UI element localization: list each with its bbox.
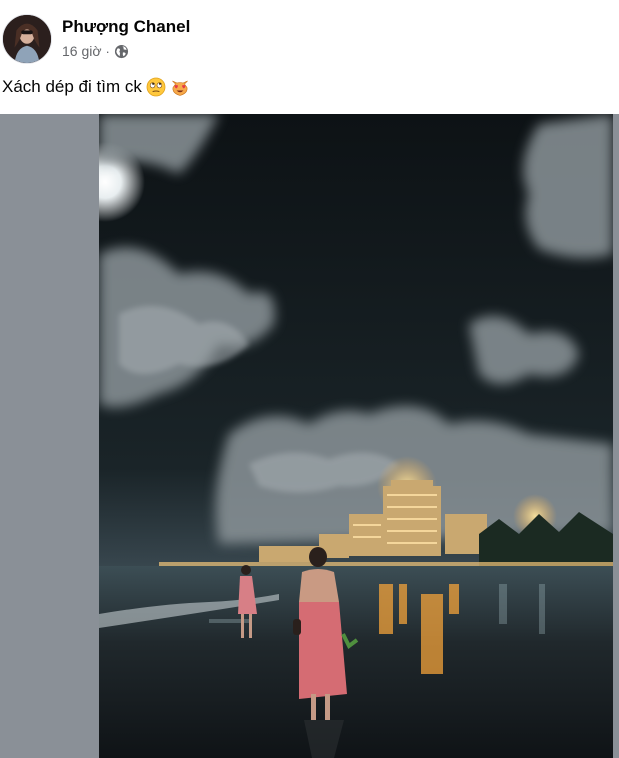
post-media [0, 114, 619, 758]
avatar-image [3, 15, 51, 63]
meta-separator: · [105, 43, 110, 59]
heart-eyes-cat-emoji [172, 80, 188, 96]
post-meta: 16 giờ · [62, 43, 129, 59]
eye-roll-emoji [146, 77, 166, 97]
author-avatar[interactable] [2, 14, 52, 64]
post-header: Phượng Chanel 16 giờ · [0, 0, 619, 68]
night-beach-photo [99, 114, 613, 758]
author-name[interactable]: Phượng Chanel [62, 17, 190, 37]
post-caption: Xách dép đi tìm ck [2, 77, 190, 97]
post-text: Xách dép đi tìm ck [2, 77, 142, 96]
post-photo[interactable] [99, 114, 613, 758]
post-time[interactable]: 16 giờ [62, 43, 102, 59]
globe-icon[interactable] [114, 44, 129, 59]
